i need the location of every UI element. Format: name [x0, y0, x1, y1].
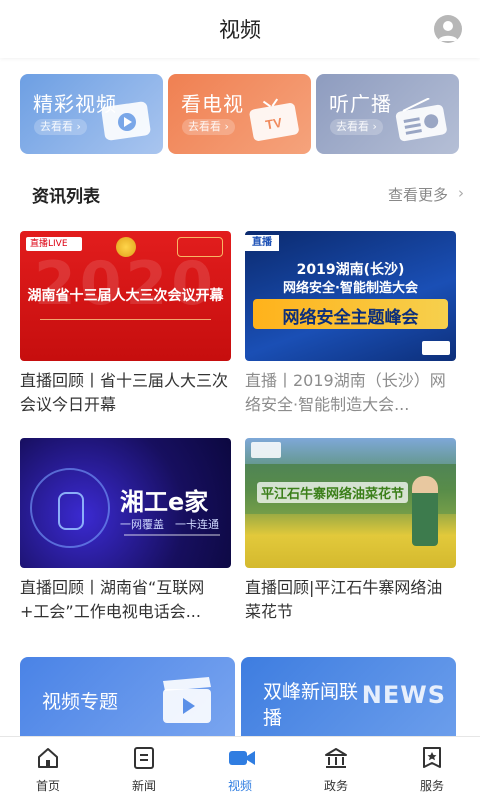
page-title: 视频	[219, 18, 261, 42]
tab-service[interactable]: 服务	[384, 737, 480, 800]
see-more-link[interactable]: 查看更多 ›	[387, 184, 464, 205]
promo-card-video-topics[interactable]: 视频专题	[20, 657, 235, 747]
tab-label: 视频	[227, 779, 252, 793]
touch-hand-icon	[30, 468, 110, 548]
thumb-bg-text: 2020	[34, 249, 217, 319]
category-card-tv[interactable]: 看电视 去看看 › TV	[168, 74, 311, 154]
video-title[interactable]: 直播回顾丨省十三届人大三次会议今日开幕	[20, 369, 231, 417]
category-go-link[interactable]: 去看看 ›	[330, 119, 383, 135]
tab-video[interactable]: 视频	[192, 737, 288, 800]
video-card[interactable]: 2020 直播LIVE 湖南省十三届人大三次会议开幕 直播回顾丨省十三届人大三次…	[20, 231, 231, 417]
category-card-highlights[interactable]: 精彩视频 去看看 ›	[20, 74, 163, 154]
tv-icon-label: TV	[264, 115, 283, 133]
video-thumbnail[interactable]: 直播 2019湖南(长沙) 网络安全·智能制造大会 网络安全主题峰会	[245, 231, 456, 361]
video-thumbnail[interactable]: 湘工e家 一网覆盖 一卡连通	[20, 438, 231, 568]
thumb-line-2: 网络安全·智能制造大会	[283, 281, 418, 296]
service-icon	[420, 746, 444, 770]
tab-home[interactable]: 首页	[0, 737, 96, 800]
category-cards: 精彩视频 去看看 › 看电视 去看看 › TV 听广播 去看看 ›	[20, 74, 460, 154]
news-globe-icon: NEWS	[361, 681, 446, 709]
video-title[interactable]: 直播丨2019湖南（长沙）网络安全·智能制造大会...	[245, 369, 456, 417]
slogan-decoration	[177, 237, 223, 257]
video-title[interactable]: 直播回顾丨湖南省“互联网+工会”工作电视电话会...	[20, 576, 231, 624]
tab-label: 首页	[35, 779, 60, 793]
channel-logo	[422, 341, 450, 355]
home-icon	[36, 746, 60, 770]
government-icon	[324, 746, 348, 770]
thumb-brand: 湘工e家	[120, 488, 209, 516]
user-avatar-icon[interactable]	[434, 15, 462, 43]
news-icon	[132, 746, 156, 770]
category-go-link[interactable]: 去看看 ›	[34, 119, 87, 135]
tab-label: 政务	[323, 779, 348, 793]
live-badge: 直播	[245, 235, 279, 251]
thumb-person	[412, 476, 438, 546]
promo-title: 双峰新闻联播	[263, 681, 359, 729]
tab-label: 新闻	[131, 779, 156, 793]
thumb-divider	[124, 534, 220, 536]
category-title: 听广播	[329, 92, 392, 116]
category-card-radio[interactable]: 听广播 去看看 ›	[316, 74, 459, 154]
thumb-headline: 平江石牛寨网络油菜花节	[257, 482, 409, 503]
chevron-right-icon: ›	[458, 184, 464, 202]
video-thumbnail[interactable]: 平江石牛寨网络油菜花节	[245, 438, 456, 568]
see-more-label: 查看更多	[387, 186, 448, 204]
thumb-divider	[40, 319, 211, 329]
thumb-headline: 湖南省十三届人大三次会议开幕	[27, 288, 224, 304]
category-title: 看电视	[181, 92, 244, 116]
top-bar: 视频	[0, 0, 480, 58]
video-thumbnail[interactable]: 2020 直播LIVE 湖南省十三届人大三次会议开幕	[20, 231, 231, 361]
live-badge: 直播LIVE	[26, 237, 82, 251]
thumb-line-1: 2019湖南(长沙)	[296, 262, 405, 278]
video-card[interactable]: 平江石牛寨网络油菜花节 直播回顾|平江石牛寨网络油菜花节	[245, 438, 456, 624]
play-box-icon	[97, 100, 155, 148]
thumb-banner: 网络安全主题峰会	[253, 299, 448, 329]
clapperboard-icon	[159, 675, 215, 731]
tv-icon: TV	[245, 98, 303, 148]
tab-label: 服务	[419, 779, 444, 793]
tab-government[interactable]: 政务	[288, 737, 384, 800]
tab-news[interactable]: 新闻	[96, 737, 192, 800]
video-card[interactable]: 直播 2019湖南(长沙) 网络安全·智能制造大会 网络安全主题峰会 直播丨20…	[245, 231, 456, 417]
promo-card-news-broadcast[interactable]: 双峰新闻联播 NEWS	[241, 657, 456, 747]
promo-title: 视频专题	[42, 691, 119, 713]
bottom-tab-bar: 首页 新闻 视频 政务 服务	[0, 736, 480, 800]
video-icon	[228, 746, 255, 770]
category-go-link[interactable]: 去看看 ›	[182, 119, 235, 135]
video-title[interactable]: 直播回顾|平江石牛寨网络油菜花节	[245, 576, 456, 624]
emblem-icon	[116, 237, 136, 257]
thumb-slogan: 一网覆盖 一卡连通	[120, 518, 219, 531]
section-title: 资讯列表	[32, 187, 100, 207]
video-card[interactable]: 湘工e家 一网覆盖 一卡连通 直播回顾丨湖南省“互联网+工会”工作电视电话会..…	[20, 438, 231, 624]
radio-icon	[391, 97, 451, 148]
thumb-banner-text: 网络安全主题峰会	[282, 308, 419, 328]
channel-logo	[251, 442, 281, 458]
